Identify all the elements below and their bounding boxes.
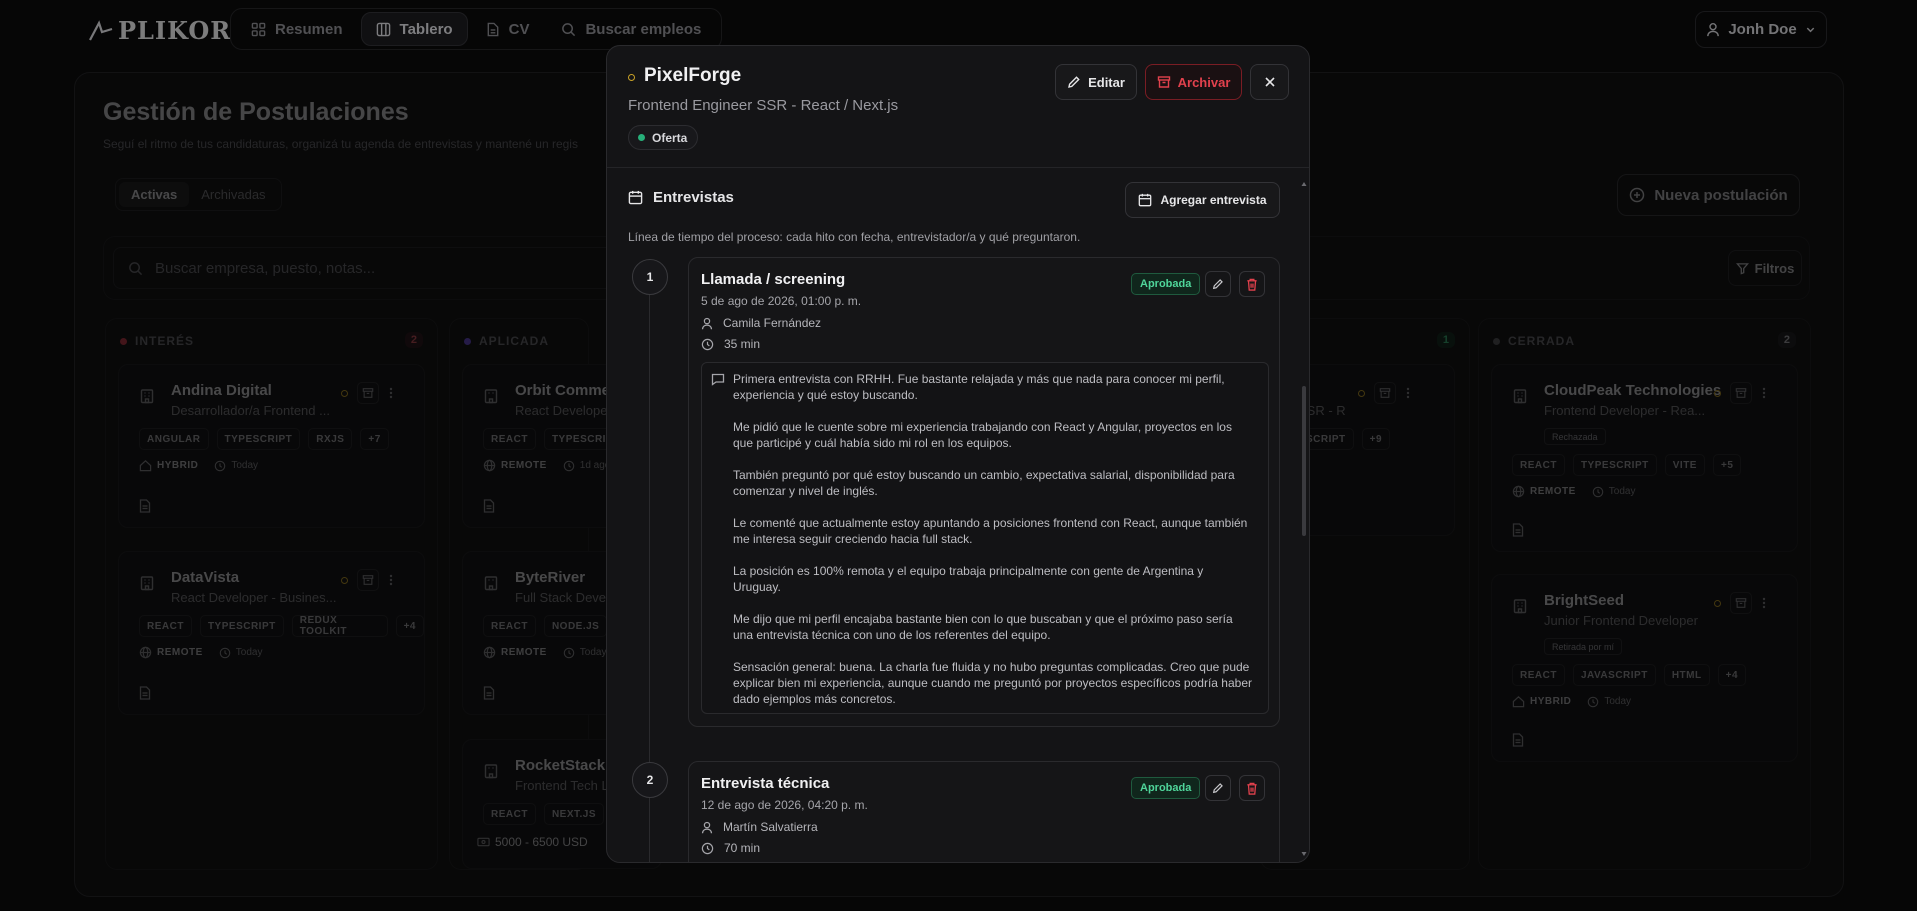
pencil-icon [1212,279,1223,290]
duration-row: 70 min [701,841,760,855]
interviews-title: Entrevistas [653,189,734,206]
interview-title: Entrevista técnica [701,775,830,792]
interviewer-name: Martín Salvatierra [723,820,818,834]
timeline-step: 1 [632,259,668,295]
edit-interview-button[interactable] [1205,775,1231,801]
interviews-section-title: Entrevistas [628,189,734,206]
delete-interview-button[interactable] [1239,775,1265,801]
interview-date: 5 de ago de 2026, 01:00 p. m. [701,294,862,308]
interview-date: 12 de ago de 2026, 04:20 p. m. [701,798,868,812]
archive-label: Archivar [1177,74,1231,90]
user-icon [701,821,713,834]
note-paragraph: Le comenté que actualmente estoy apuntan… [733,516,1248,546]
modal-company-name: PixelForge [644,65,742,86]
edit-interview-button[interactable] [1205,271,1231,297]
clock-icon [701,842,714,855]
note-paragraph: También preguntó por qué estoy buscando … [733,468,1235,498]
result-badge: Aprobada [1131,273,1201,295]
duration-row: 35 min [701,337,760,351]
interview-card: Entrevista técnica 12 de ago de 2026, 04… [688,761,1280,862]
note-paragraph: Sensación general: buena. La charla fue … [733,660,1252,706]
edit-button[interactable]: Editar [1055,64,1137,100]
notes-text: Primera entrevista con RRHH. Fue bastant… [733,371,1253,713]
calendar-icon [628,190,643,205]
close-button[interactable] [1250,64,1289,100]
close-icon [1264,76,1276,88]
header-divider [607,167,1309,168]
archive-button[interactable]: Archivar [1145,64,1242,100]
pencil-icon [1212,783,1223,794]
comment-icon [711,372,725,386]
note-paragraph: Me dijo que mi perfil encajaba bastante … [733,612,1233,642]
interviewer-row: Camila Fernández [701,316,821,330]
pencil-icon [1067,75,1081,89]
note-paragraph: Me pidió que le cuente sobre mi experien… [733,420,1232,450]
interview-duration: 70 min [724,841,761,855]
status-label: Oferta [652,130,688,145]
status-dot [638,134,645,141]
interviewer-name: Camila Fernández [723,316,822,330]
priority-dot [628,74,635,81]
interview-title: Llamada / screening [701,271,846,288]
interviews-description: Línea de tiempo del proceso: cada hito c… [628,230,1081,244]
interview-duration: 35 min [724,337,761,351]
clock-icon [701,338,714,351]
interview-card: Llamada / screening 5 de ago de 2026, 01… [688,257,1280,727]
status-badge[interactable]: Oferta [628,125,699,150]
note-paragraph: Primera entrevista con RRHH. Fue bastant… [733,372,1225,402]
note-paragraph: La posición es 100% remota y el equipo t… [733,564,1204,594]
calendar-plus-icon [1138,193,1152,207]
modal-job-role: Frontend Engineer SSR - React / Next.js [628,97,899,114]
add-interview-button[interactable]: Agregar entrevista [1125,182,1280,218]
add-interview-label: Agregar entrevista [1160,193,1267,207]
edit-label: Editar [1088,74,1125,90]
user-icon [701,317,713,330]
interview-notes: Primera entrevista con RRHH. Fue bastant… [701,362,1269,714]
timeline-step: 2 [632,762,668,798]
result-badge: Aprobada [1131,777,1201,799]
trash-icon [1247,278,1257,291]
application-detail-modal: PixelForge Frontend Engineer SSR - React… [606,45,1310,863]
trash-icon [1247,782,1257,795]
modal-scrollbar-thumb[interactable] [1302,386,1306,536]
archive-icon [1157,75,1171,89]
delete-interview-button[interactable] [1239,271,1265,297]
interviewer-row: Martín Salvatierra [701,820,818,834]
